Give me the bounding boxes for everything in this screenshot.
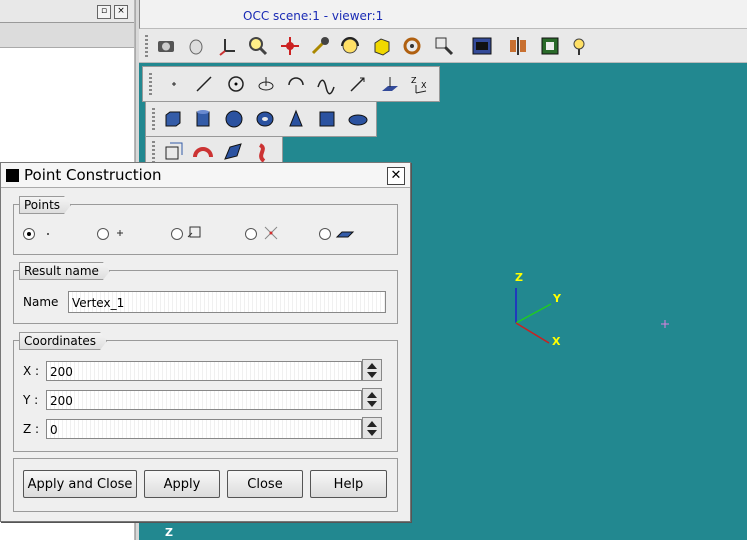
sphere-icon[interactable] xyxy=(223,108,245,130)
y-label: Y : xyxy=(23,393,39,407)
axis-z-label: Z xyxy=(515,271,523,284)
point-on-face-icon xyxy=(335,231,355,238)
close-icon[interactable]: ✕ xyxy=(387,167,405,185)
local-cs-icon[interactable]: ZX xyxy=(409,73,431,95)
rotate-icon[interactable] xyxy=(339,35,361,57)
fit-all-icon[interactable] xyxy=(371,35,393,57)
graduated-axes-icon[interactable] xyxy=(539,35,561,57)
coordinates-group-label: Coordinates xyxy=(19,332,107,350)
x-spinbox-arrows[interactable] xyxy=(362,359,382,381)
x-input[interactable]: 200 xyxy=(46,361,362,381)
disk-icon[interactable] xyxy=(347,108,369,130)
radio-point-intersection[interactable] xyxy=(245,228,257,240)
dialog-title: Point Construction xyxy=(24,166,162,184)
reset-view-icon[interactable] xyxy=(401,35,423,57)
rectangle-icon[interactable] xyxy=(316,108,338,130)
z-label: Z : xyxy=(23,422,40,436)
points-group-label: Points xyxy=(19,196,71,214)
global-pan-icon[interactable] xyxy=(309,35,331,57)
name-label: Name xyxy=(23,295,59,309)
svg-text:X: X xyxy=(421,81,427,90)
z-input[interactable]: 0 xyxy=(46,419,362,439)
viewer-toolbar xyxy=(139,29,747,63)
pan-icon[interactable] xyxy=(279,35,301,57)
torus-icon[interactable] xyxy=(254,108,276,130)
point-on-edge-icon xyxy=(187,226,201,238)
radio-point-by-coordinates[interactable] xyxy=(23,228,35,240)
apply-and-close-button[interactable]: Apply and Close xyxy=(23,470,137,498)
toolbar-grip[interactable] xyxy=(145,35,148,57)
result-name-group-label: Result name xyxy=(19,262,110,280)
help-button[interactable]: Help xyxy=(310,470,387,498)
object-browser-header xyxy=(0,23,134,48)
dump-view-icon[interactable] xyxy=(155,35,177,57)
basic-geometry-toolbar: ZX xyxy=(142,66,440,102)
apply-button[interactable]: Apply xyxy=(144,470,220,498)
name-field[interactable]: Vertex_1 xyxy=(68,291,386,313)
point-reference-icon xyxy=(117,230,123,236)
point-construction-dialog: Point Construction ✕ Points Result name … xyxy=(0,162,411,522)
toolbar-grip[interactable] xyxy=(152,141,155,163)
cylinder-icon[interactable] xyxy=(192,108,214,130)
close-icon[interactable]: × xyxy=(114,5,128,19)
viewer-title: OCC scene:1 - viewer:1 xyxy=(243,9,384,23)
radio-point-by-reference[interactable] xyxy=(97,228,109,240)
show-triedron-icon[interactable] xyxy=(217,35,239,57)
z-spinbox-arrows[interactable] xyxy=(362,417,382,439)
toolbar-grip[interactable] xyxy=(149,73,152,95)
ambient-light-icon[interactable] xyxy=(569,35,591,57)
radio-point-on-edge[interactable] xyxy=(171,228,183,240)
fit-area-icon[interactable] xyxy=(433,35,455,57)
point-intersection-icon xyxy=(264,226,278,240)
extrusion-icon[interactable] xyxy=(162,141,184,163)
float-icon[interactable]: ▫ xyxy=(97,5,111,19)
y-input[interactable]: 200 xyxy=(46,390,362,410)
y-spinbox-arrows[interactable] xyxy=(362,388,382,410)
pipe-icon[interactable] xyxy=(252,141,274,163)
revolution-icon[interactable] xyxy=(192,141,214,163)
x-label: X : xyxy=(23,364,40,378)
plane-icon[interactable] xyxy=(379,73,401,95)
curve-icon[interactable] xyxy=(315,73,337,95)
circle-icon[interactable] xyxy=(225,73,247,95)
radio-point-on-face[interactable] xyxy=(319,228,331,240)
filling-icon[interactable] xyxy=(222,141,244,163)
point-xyz-icon xyxy=(47,233,49,235)
axis-y-label: Y xyxy=(553,292,561,305)
point-icon[interactable] xyxy=(163,73,185,95)
cone-icon[interactable] xyxy=(285,108,307,130)
ellipse-icon[interactable] xyxy=(255,73,277,95)
clone-view-icon[interactable] xyxy=(471,35,493,57)
toolbar-grip[interactable] xyxy=(152,108,155,130)
arc-icon[interactable] xyxy=(285,73,307,95)
corner-axis-z-label: Z xyxy=(165,526,173,539)
vector-icon[interactable] xyxy=(347,73,369,95)
box-icon[interactable] xyxy=(162,108,184,130)
axis-x-label: X xyxy=(552,335,561,348)
select-icon[interactable] xyxy=(185,35,207,57)
line-icon[interactable] xyxy=(193,73,215,95)
dialog-titlebar[interactable]: Point Construction ✕ xyxy=(1,163,410,188)
clipping-icon[interactable] xyxy=(507,35,529,57)
viewer-titlebar: OCC scene:1 - viewer:1 xyxy=(139,0,747,29)
close-button[interactable]: Close xyxy=(227,470,303,498)
svg-text:Z: Z xyxy=(411,76,417,85)
window-menu-icon[interactable] xyxy=(6,169,19,182)
primitives-toolbar xyxy=(145,101,377,137)
object-browser-titlebar: ▫ × xyxy=(0,0,134,23)
zoom-icon[interactable] xyxy=(247,35,269,57)
